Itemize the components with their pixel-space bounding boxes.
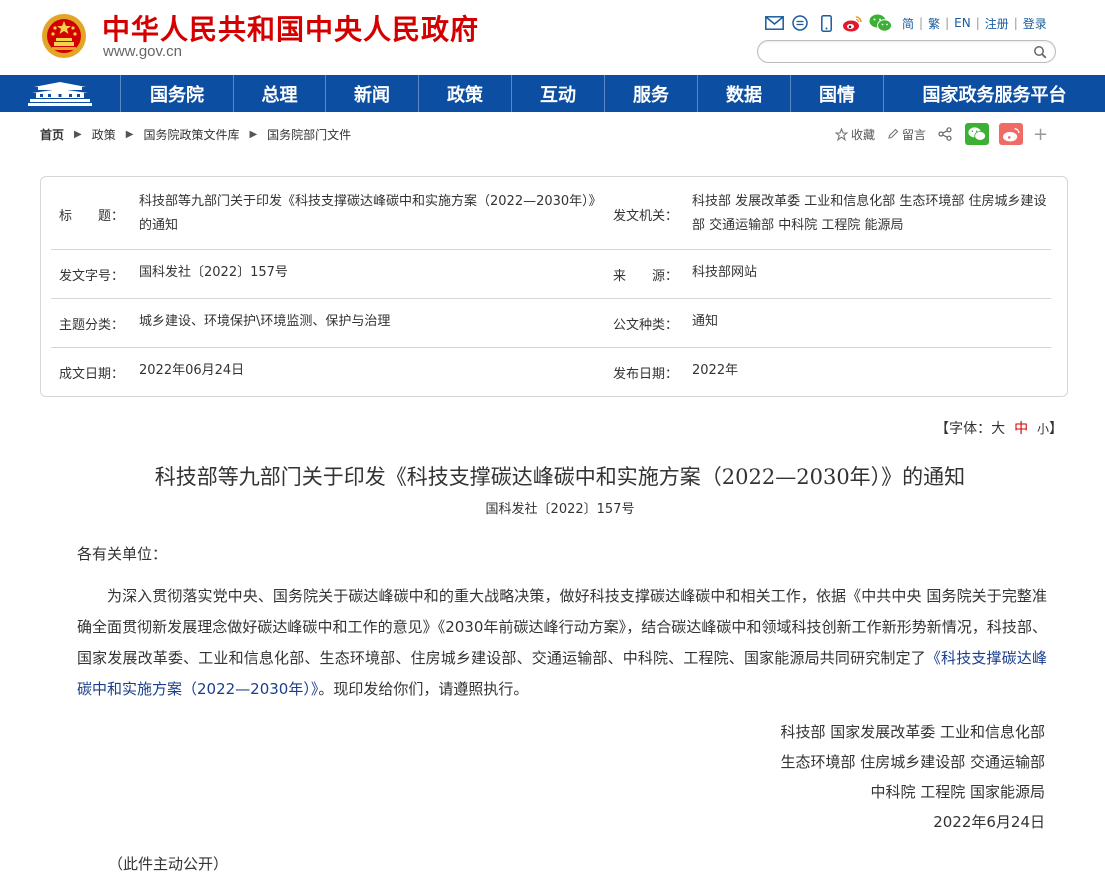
paragraph-text: 为深入贯彻落实党中央、国务院关于碳达峰碳中和的重大战略决策，做好科技支撑碳达峰碳… [77, 587, 1047, 667]
weibo-icon[interactable] [842, 14, 862, 32]
chat-bubble-icon[interactable] [790, 14, 810, 32]
breadcrumb: 首页 ▶ 政策 ▶ 国务院政策文件库 ▶ 国务院部门文件 [40, 126, 351, 143]
top-tools: 简 | 繁 | EN | 注册 | 登录 [764, 12, 1047, 34]
article-salutation: 各有关单位： [77, 545, 168, 563]
written-date-value: 2022年06月24日 [139, 363, 245, 378]
nav-item-state-council[interactable]: 国务院 [121, 75, 234, 112]
nav-item-interaction[interactable]: 互动 [512, 75, 605, 112]
national-emblem-icon[interactable] [41, 11, 87, 61]
doc-number-label: 发文字号： [59, 269, 125, 284]
search-box [757, 40, 1056, 63]
breadcrumb-department-docs[interactable]: 国务院部门文件 [267, 126, 351, 143]
nav-item-data[interactable]: 数据 [698, 75, 791, 112]
info-row: 成文日期： 2022年06月24日 发布日期： 2022年 [51, 348, 1051, 396]
breadcrumb-policy-library[interactable]: 国务院政策文件库 [143, 126, 239, 143]
site-title[interactable]: 中华人民共和国中央人民政府 [102, 8, 479, 48]
signature-line: 科技部 国家发展改革委 工业和信息化部 [780, 723, 1045, 741]
weibo-icon [1003, 127, 1020, 142]
site-header: 中华人民共和国中央人民政府 www.gov.cn 简 | 繁 | EN | 注册… [0, 0, 1105, 75]
public-note: （此件主动公开） [108, 855, 229, 873]
doc-number-value: 国科发社〔2022〕157号 [139, 265, 288, 280]
wechat-icon[interactable] [868, 14, 892, 32]
share-wechat-button[interactable] [965, 123, 990, 145]
font-size-small[interactable]: 小 [1037, 422, 1049, 436]
info-row: 发文字号： 国科发社〔2022〕157号 来 源： 科技部网站 [51, 250, 1051, 299]
main-nav: 国务院 总理 新闻 政策 互动 服务 数据 国情 国家政务服务平台 [0, 75, 1105, 112]
favorite-label: 收藏 [851, 127, 876, 142]
nav-item-news[interactable]: 新闻 [326, 75, 419, 112]
topic-label: 主题分类： [59, 318, 125, 333]
search-icon[interactable] [1033, 45, 1047, 59]
article-doc-number: 国科发社〔2022〕157号 [485, 502, 635, 517]
issuer-label: 发文机关： [613, 209, 679, 224]
publish-date-value: 2022年 [692, 363, 739, 378]
share-button[interactable] [938, 127, 955, 141]
breadcrumb-arrow-icon: ▶ [74, 129, 82, 140]
favorite-button[interactable]: 收藏 [835, 126, 875, 143]
share-icon [938, 127, 952, 141]
pencil-icon [888, 128, 899, 139]
signature-line: 中科院 工程院 国家能源局 [870, 783, 1045, 801]
source-label: 来 源： [613, 269, 679, 284]
title-value: 科技部等九部门关于印发《科技支撑碳达峰碳中和实施方案（2022—2030年）》的… [139, 194, 596, 233]
doc-type-value: 通知 [692, 314, 719, 329]
share-tools: 收藏 留言 + [835, 122, 1048, 146]
login-link[interactable]: 登录 [1023, 15, 1047, 32]
article-title: 科技部等九部门关于印发《科技支撑碳达峰碳中和实施方案（2022—2030年）》的… [154, 465, 966, 489]
more-share-icon[interactable]: + [1033, 124, 1048, 145]
mail-icon[interactable] [764, 14, 784, 32]
register-link[interactable]: 注册 [985, 15, 1009, 32]
signature-date: 2022年6月24日 [933, 813, 1045, 831]
nav-item-premier[interactable]: 总理 [234, 75, 326, 112]
lang-traditional-link[interactable]: 繁 [928, 15, 940, 32]
font-size-control: 【字体：大 中 小】 [935, 418, 1063, 438]
title-label: 标 题： [59, 209, 125, 224]
breadcrumb-policy[interactable]: 政策 [92, 126, 116, 143]
document-info-table: 标 题： 科技部等九部门关于印发《科技支撑碳达峰碳中和实施方案（2022—203… [40, 176, 1068, 397]
written-date-label: 成文日期： [59, 367, 125, 382]
nav-item-policy[interactable]: 政策 [419, 75, 512, 112]
topic-value: 城乡建设、环境保护\环境监测、保护与治理 [139, 314, 391, 329]
search-input[interactable] [770, 44, 1030, 60]
star-icon [835, 127, 848, 141]
article-signature: 科技部 国家发展改革委 工业和信息化部 生态环境部 住房城乡建设部 交通运输部 … [780, 717, 1045, 837]
font-size-large[interactable]: 大 [991, 421, 1005, 437]
publish-date-label: 发布日期： [613, 367, 679, 382]
info-row: 标 题： 科技部等九部门关于印发《科技支撑碳达峰碳中和实施方案（2022—203… [51, 177, 1051, 250]
font-size-medium[interactable]: 中 [1014, 421, 1028, 437]
breadcrumb-bar: 首页 ▶ 政策 ▶ 国务院政策文件库 ▶ 国务院部门文件 收藏 留言 + [0, 112, 1105, 154]
info-row: 主题分类： 城乡建设、环境保护\环境监测、保护与治理 公文种类： 通知 [51, 299, 1051, 348]
tiananmen-icon [28, 81, 92, 106]
comment-button[interactable]: 留言 [887, 126, 926, 143]
font-size-suffix: 】 [1049, 421, 1063, 437]
issuer-value: 科技部 发展改革委 工业和信息化部 生态环境部 住房城乡建设部 交通运输部 中科… [692, 194, 1047, 233]
lang-simplified-link[interactable]: 简 [902, 15, 914, 32]
font-size-prefix: 【字体： [935, 421, 992, 437]
nav-home[interactable] [0, 75, 121, 112]
comment-label: 留言 [902, 127, 927, 142]
signature-line: 生态环境部 住房城乡建设部 交通运输部 [780, 753, 1045, 771]
wechat-icon [968, 127, 986, 141]
source-value: 科技部网站 [692, 265, 758, 280]
breadcrumb-arrow-icon: ▶ [249, 129, 258, 140]
article-paragraph: 为深入贯彻落实党中央、国务院关于碳达峰碳中和的重大战略决策，做好科技支撑碳达峰碳… [77, 581, 1047, 705]
nav-item-services[interactable]: 服务 [605, 75, 698, 112]
language-links: 简 | 繁 | EN | 注册 | 登录 [902, 15, 1047, 32]
nav-item-gov-service-platform[interactable]: 国家政务服务平台 [884, 75, 1105, 112]
lang-english-link[interactable]: EN [954, 16, 971, 30]
doc-type-label: 公文种类： [613, 318, 679, 333]
share-weibo-button[interactable] [999, 123, 1024, 145]
breadcrumb-arrow-icon: ▶ [125, 129, 134, 140]
nav-item-national-info[interactable]: 国情 [791, 75, 884, 112]
mobile-icon[interactable] [816, 14, 836, 32]
paragraph-end: 。现印发给你们，请遵照执行。 [318, 680, 529, 698]
site-url[interactable]: www.gov.cn [103, 43, 182, 60]
breadcrumb-home[interactable]: 首页 [40, 126, 64, 143]
